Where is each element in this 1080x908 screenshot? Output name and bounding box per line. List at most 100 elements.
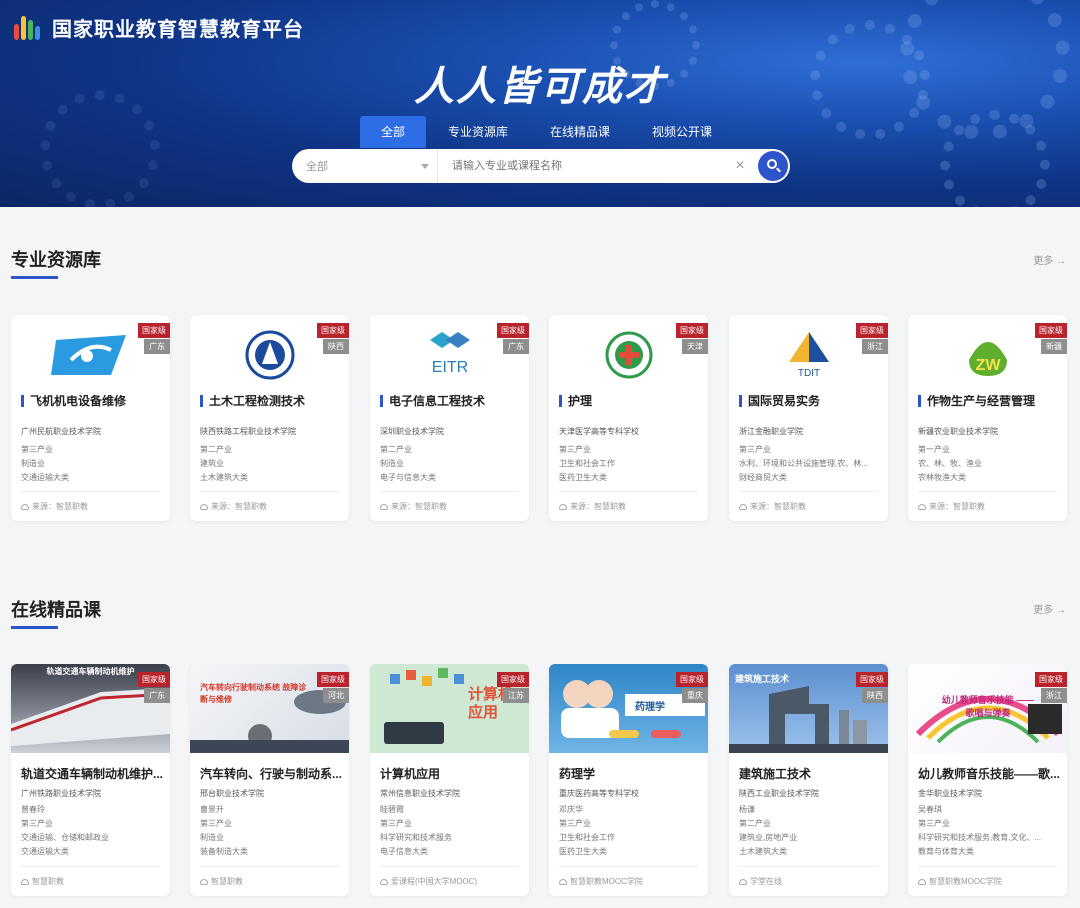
resource-card[interactable]: ZW 国家级 新疆 作物生产与经营管理 新疆农业职业技术学院 第一产业 农、林、牧、渔业 农林…	[908, 315, 1067, 521]
course-title[interactable]: 轨道交通车辆制动机维护...	[21, 765, 163, 782]
thumb-caption: 药理学	[635, 702, 665, 713]
course-card[interactable]: 药理学 国家级 重庆 药理学 重庆医药高等专科学校 邓庆华 第三产业 卫生和社会工作 医药卫生大…	[549, 664, 708, 896]
region-badge: 浙江	[862, 339, 888, 354]
resource-source: 来源：智慧职教	[559, 501, 626, 512]
course-school: 金华职业技术学院	[918, 789, 982, 798]
search-scope-value: 全部	[306, 161, 328, 173]
resource-card[interactable]: TDIT 国家级 浙江 国际贸易实务 浙江金融职业学院 第三产业 水利、环境和公共设施管理,…	[729, 315, 888, 521]
source-label: 智慧职教	[32, 877, 64, 886]
resource-meta: 土木建筑大类	[200, 473, 248, 482]
resource-title[interactable]: 国际贸易实务	[739, 395, 884, 407]
search-button[interactable]	[758, 151, 788, 181]
search-input[interactable]	[438, 149, 730, 183]
thumb-caption: 建筑施工技术	[735, 674, 790, 684]
resource-source: 来源：智慧职教	[739, 501, 806, 512]
tab-all[interactable]: 全部	[360, 116, 427, 148]
resource-card[interactable]: EITR 国家级 广东 电子信息工程技术 深圳职业技术学院 第二产业 制造业 电子与信息大类来…	[370, 315, 529, 521]
course-card[interactable]: 建筑施工技术 国家级 陕西 建筑施工技术 陕西工业职业技术学院 杨谦 第二产业 建筑业,房地产…	[729, 664, 888, 896]
level-badge: 国家级	[676, 323, 708, 338]
course-source: 智慧职教MOOC学院	[918, 876, 1002, 887]
section-underline	[11, 626, 58, 629]
tab-video-course[interactable]: 视频公开课	[632, 116, 732, 148]
site-logo[interactable]: 国家职业教育智慧教育平台	[10, 10, 304, 44]
resource-source: 来源：智慧职教	[918, 501, 985, 512]
more-link-courses[interactable]: 更多 →	[1033, 601, 1066, 616]
card-divider	[918, 866, 1057, 867]
course-meta: 第三产业	[918, 819, 950, 828]
region-badge: 陕西	[323, 339, 349, 354]
level-badge: 国家级	[1035, 672, 1067, 687]
resource-title[interactable]: 电子信息工程技术	[380, 395, 525, 407]
course-title[interactable]: 幼儿教师音乐技能——歌...	[918, 765, 1060, 782]
card-divider	[739, 491, 878, 492]
search-tabs: 全部 专业资源库 在线精品课 视频公开课	[360, 116, 734, 148]
level-badge: 国家级	[676, 672, 708, 687]
region-badge: 陕西	[862, 688, 888, 703]
course-school: 重庆医药高等专科学校	[559, 789, 639, 798]
course-meta: 第二产业	[739, 819, 771, 828]
course-meta: 曾春玲	[21, 805, 45, 814]
resource-source: 来源：智慧职教	[380, 501, 447, 512]
resource-card[interactable]: 国家级 陕西 土木工程检测技术 陕西铁路工程职业技术学院 第二产业 建筑业 土木建筑大类 来源…	[190, 315, 349, 521]
course-title[interactable]: 汽车转向、行驶与制动系...	[200, 765, 342, 782]
level-badge: 国家级	[138, 323, 170, 338]
resource-meta: 水利、环境和公共设施管理,农、林...	[739, 459, 868, 468]
course-meta: 制造业	[200, 833, 224, 842]
resource-title[interactable]: 飞机机电设备维修	[21, 395, 166, 407]
resource-meta: 第三产业	[739, 445, 771, 454]
course-meta: 土木建筑大类	[739, 847, 787, 856]
course-title[interactable]: 计算机应用	[380, 765, 522, 782]
resource-card[interactable]: 国家级 天津 护理 天津医学高等专科学校 第三产业 卫生和社会工作 医药卫生大类 来源：智慧职…	[549, 315, 708, 521]
source-label: 智慧职教	[211, 877, 243, 886]
card-divider	[21, 491, 160, 492]
course-card[interactable]: 幼儿教师音乐技能 ——歌唱与弹奏 国家级 浙江 幼儿教师音乐技能——歌... 金华职业技…	[908, 664, 1067, 896]
course-meta: 交通运输大类	[21, 847, 69, 856]
source-label: 来源：智慧职教	[570, 502, 626, 511]
course-school: 广州铁路职业技术学院	[21, 789, 101, 798]
thumb-caption: 幼儿教师音乐技能 ——歌唱与弹奏	[941, 695, 1035, 718]
region-badge: 重庆	[682, 688, 708, 703]
more-link-resources[interactable]: 更多 →	[1033, 252, 1066, 267]
resource-meta: 第二产业	[200, 445, 232, 454]
source-label: 来源：智慧职教	[391, 502, 447, 511]
course-meta: 吴春琪	[918, 805, 942, 814]
level-badge: 国家级	[497, 323, 529, 338]
region-badge: 广东	[144, 339, 170, 354]
cloud-icon	[918, 503, 926, 510]
clear-icon[interactable]: ×	[730, 157, 750, 175]
zw-logo-text: ZW	[975, 357, 1001, 374]
region-badge: 新疆	[1041, 339, 1067, 354]
resource-meta: 第二产业	[380, 445, 412, 454]
resource-title[interactable]: 土木工程检测技术	[200, 395, 345, 407]
card-divider	[200, 491, 339, 492]
course-meta: 科学研究和技术服务,教育,文化、...	[918, 833, 1042, 842]
tab-quality-course[interactable]: 在线精品课	[530, 116, 630, 148]
course-title[interactable]: 药理学	[559, 765, 701, 782]
resource-card[interactable]: 国家级 广东 飞机机电设备维修 广州民航职业技术学院 第三产业 制造业 交通运输大类 来源：智…	[11, 315, 170, 521]
resource-source: 来源：智慧职教	[21, 501, 88, 512]
course-card[interactable]: 汽车转向行驶制动系统 故障诊断与维修 国家级 河北 汽车转向、行驶与制动系... 邢台职…	[190, 664, 349, 896]
source-label: 智慧职教MOOC学院	[570, 877, 643, 886]
course-meta: 第三产业	[21, 819, 53, 828]
resource-meta: 第三产业	[559, 445, 591, 454]
source-label: 来源：智慧职教	[211, 502, 267, 511]
source-label: 来源：智慧职教	[750, 502, 806, 511]
card-divider	[21, 866, 160, 867]
course-title[interactable]: 建筑施工技术	[739, 765, 881, 782]
search-bar: 全部 ×	[292, 149, 790, 183]
course-meta: 电子信息大类	[380, 847, 428, 856]
section-title-courses: 在线精品课	[11, 600, 101, 620]
resource-title[interactable]: 护理	[559, 395, 704, 407]
source-label: 来源：智慧职教	[32, 502, 88, 511]
source-label: 爱课程(中国大学MOOC)	[391, 877, 478, 886]
tab-resource-library[interactable]: 专业资源库	[428, 116, 528, 148]
course-meta: 科学研究和技术服务	[380, 833, 452, 842]
course-card[interactable]: 计算机 应用 国家级 江苏 计算机应用 常州信息职业技术学院 眭碧霞 第三产业 科学研究和技术…	[370, 664, 529, 896]
course-card[interactable]: 轨道交通车辆制动机维护 国家级 广东 轨道交通车辆制动机维护... 广州铁路职业技术学院…	[11, 664, 170, 896]
resource-school: 浙江金融职业学院	[739, 427, 803, 436]
course-meta: 医药卫生大类	[559, 847, 607, 856]
card-divider	[380, 491, 519, 492]
cloud-icon	[200, 878, 208, 885]
resource-title[interactable]: 作物生产与经营管理	[918, 395, 1063, 407]
search-scope-select[interactable]: 全部	[292, 149, 438, 183]
